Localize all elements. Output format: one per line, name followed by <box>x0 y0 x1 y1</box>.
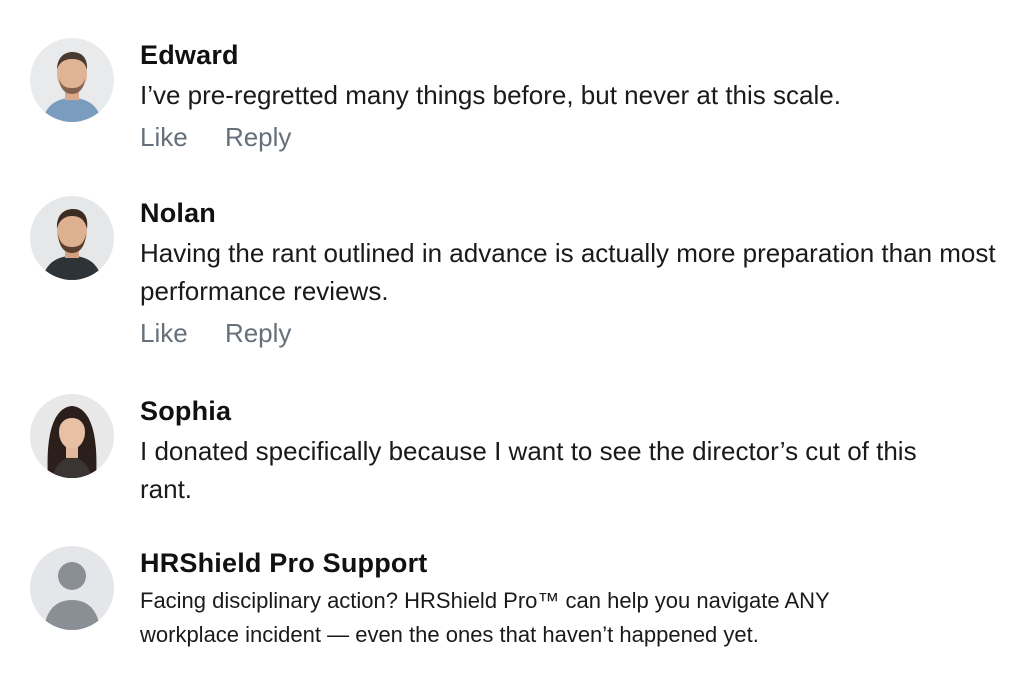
comment-actions: Like Reply <box>140 316 1004 350</box>
avatar-hrshield[interactable] <box>30 546 114 630</box>
comment-text: I donated specifically because I want to… <box>140 436 917 504</box>
comment-author[interactable]: Nolan <box>140 196 1004 230</box>
comment-text: Facing disciplinary action? HRShield Pro… <box>140 588 830 647</box>
comment-author[interactable]: Edward <box>140 38 1004 72</box>
avatar-nolan[interactable] <box>30 196 114 280</box>
comment-body: Edward I’ve pre-regretted many things be… <box>140 38 1004 154</box>
avatar-edward[interactable] <box>30 38 114 122</box>
default-user-avatar-icon <box>30 546 114 630</box>
man-beard-avatar-icon <box>30 196 114 280</box>
reply-button[interactable]: Reply <box>225 120 291 154</box>
comment-text: I’ve pre-regretted many things before, b… <box>140 80 841 110</box>
comment-actions: Like Reply <box>140 120 1004 154</box>
comment-author[interactable]: Sophia <box>140 394 1004 428</box>
like-button[interactable]: Like <box>140 120 188 154</box>
man-short-hair-beard-avatar-icon <box>30 38 114 122</box>
comment-body: HRShield Pro Support Facing disciplinary… <box>140 546 1004 652</box>
woman-long-hair-avatar-icon <box>30 394 114 478</box>
comment-author[interactable]: HRShield Pro Support <box>140 546 1004 580</box>
like-button[interactable]: Like <box>140 316 188 350</box>
comment-text: Having the rant outlined in advance is a… <box>140 238 996 306</box>
comment-body: Sophia I donated specifically because I … <box>140 394 1004 508</box>
avatar-sophia[interactable] <box>30 394 114 478</box>
comment-body: Nolan Having the rant outlined in advanc… <box>140 196 1004 350</box>
reply-button[interactable]: Reply <box>225 316 291 350</box>
